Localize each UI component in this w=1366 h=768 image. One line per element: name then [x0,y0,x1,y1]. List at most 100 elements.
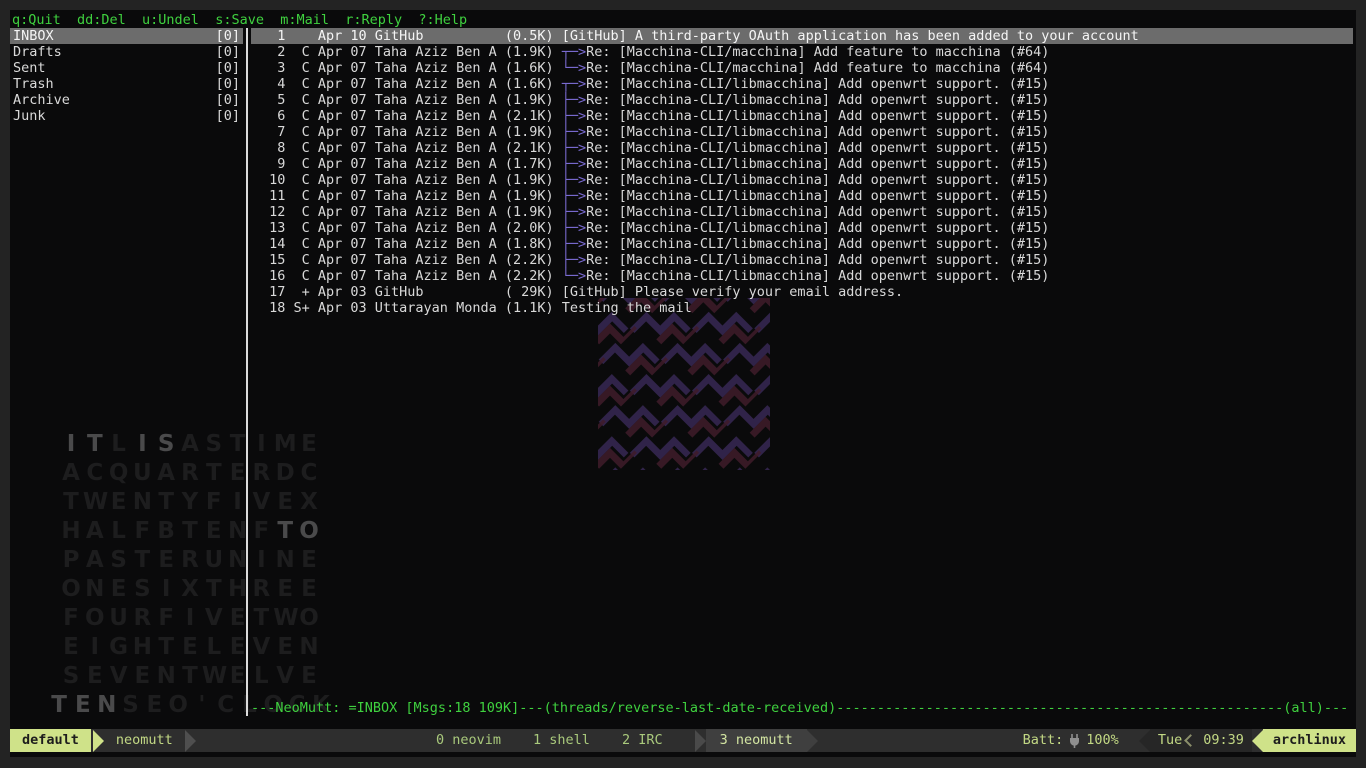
chevron-left-icon [1184,734,1197,747]
thread-tree-icon: ├─> [562,140,586,156]
mailbox-name: Drafts [13,44,62,60]
mail-list-row[interactable]: 10 C Apr 07 Taha Aziz Ben A (1.9K) ├─>Re… [251,172,1353,188]
thread-tree-icon: ├─> [562,252,586,268]
mail-list-row[interactable]: 4 C Apr 07 Taha Aziz Ben A (1.6K) ┬─>Re:… [251,76,1353,92]
mailbox-name: Archive [13,92,70,108]
clock-time: 09:39 [1203,729,1244,752]
mail-subject: Re: [Macchina-CLI/libmacchina] Add openw… [586,252,1049,268]
thread-tree-icon: └─> [562,60,586,76]
mail-subject: Re: [Macchina-CLI/libmacchina] Add openw… [586,268,1049,284]
mail-list-row[interactable]: 9 C Apr 07 Taha Aziz Ben A (1.7K) ├─>Re:… [251,156,1353,172]
mail-row-meta: 10 C Apr 07 Taha Aziz Ben A (1.9K) [261,172,562,188]
mail-subject: Re: [Macchina-CLI/macchina] Add feature … [586,44,1049,60]
mail-subject: Re: [Macchina-CLI/macchina] Add feature … [586,60,1049,76]
mailbox-name: Junk [13,108,46,124]
mail-subject: [GitHub] Please verify your email addres… [562,284,903,300]
mailbox-count: [0] [216,76,240,92]
tmux-window[interactable]: 0 neovim [436,729,501,752]
thread-tree-icon: ├─> [562,108,586,124]
thread-tree-icon: ├─> [562,188,586,204]
mail-row-meta: 2 C Apr 07 Taha Aziz Ben A (1.9K) [261,44,562,60]
thread-tree-icon: ┬─> [562,44,586,60]
tmux-window-active[interactable]: 3 neomutt [695,729,818,752]
battery-plug-icon [1069,734,1080,748]
word-clock-row: FOURFIVETWO [46,603,334,632]
word-clock-row: ITLISASTIME [46,429,334,458]
mailbox-count: [0] [216,44,240,60]
tmux-pane-title: neomutt [104,729,185,752]
tmux-window[interactable]: 2 IRC [622,729,663,752]
tmux-right-section: Batt: 100% Tue 09:39 archlinux [1023,729,1356,752]
powerline-arrow-icon [807,730,818,752]
wallpaper-maze-pattern [598,298,770,470]
terminal-window[interactable]: ITLISASTIMEACQUARTERDCTWENTYFIVEXHALFBTE… [10,10,1356,757]
word-clock-row: EIGHTELEVEN [46,632,334,661]
day-of-week: Tue [1158,729,1182,752]
mail-list-row[interactable]: 14 C Apr 07 Taha Aziz Ben A (1.8K) ├─>Re… [251,236,1353,252]
mail-list-row[interactable]: 13 C Apr 07 Taha Aziz Ben A (2.0K) ├─>Re… [251,220,1353,236]
mail-row-meta: 7 C Apr 07 Taha Aziz Ben A (1.9K) [261,124,562,140]
mail-subject: Re: [Macchina-CLI/libmacchina] Add openw… [586,156,1049,172]
mail-list-row[interactable]: 12 C Apr 07 Taha Aziz Ben A (1.9K) ├─>Re… [251,204,1353,220]
mail-subject: Re: [Macchina-CLI/libmacchina] Add openw… [586,220,1049,236]
mail-list-row[interactable]: 18 S+ Apr 03 Uttarayan Monda (1.1K) Test… [251,300,1353,316]
battery-percentage: 100% [1086,729,1119,752]
mail-row-meta: 17 + Apr 03 GitHub ( 29K) [261,284,562,300]
word-clock-row: HALFBTENFTO [46,516,334,545]
word-clock-row: ONESIXTHREE [46,574,334,603]
mail-subject: Re: [Macchina-CLI/libmacchina] Add openw… [586,124,1049,140]
mail-subject: Re: [Macchina-CLI/libmacchina] Add openw… [586,236,1049,252]
thread-tree-icon: └─> [562,268,586,284]
mail-row-meta: 4 C Apr 07 Taha Aziz Ben A (1.6K) [261,76,562,92]
tmux-window-list: 0 neovim 1 shell 2 IRC 3 neomutt [436,729,818,752]
desktop: ITLISASTIMEACQUARTERDCTWENTYFIVEXHALFBTE… [0,0,1366,768]
thread-tree-icon: ├─> [562,92,586,108]
mail-subject: Re: [Macchina-CLI/libmacchina] Add openw… [586,140,1049,156]
mail-row-meta: 12 C Apr 07 Taha Aziz Ben A (1.9K) [261,204,562,220]
mail-list-row[interactable]: 16 C Apr 07 Taha Aziz Ben A (2.2K) └─>Re… [251,268,1353,284]
mailbox-count: [0] [216,60,240,76]
sidebar-mailbox-sent[interactable]: Sent [0] [10,60,243,76]
mail-list-row[interactable]: 6 C Apr 07 Taha Aziz Ben A (2.1K) ├─>Re:… [251,108,1353,124]
mailbox-name: Sent [13,60,46,76]
tmux-session-name: default [10,729,91,752]
tmux-window[interactable]: 1 shell [533,729,590,752]
mail-list-row[interactable]: 15 C Apr 07 Taha Aziz Ben A (2.2K) ├─>Re… [251,252,1353,268]
mail-row-meta: 13 C Apr 07 Taha Aziz Ben A (2.0K) [261,220,562,236]
mail-list-row[interactable]: 1 Apr 10 GitHub (0.5K) [GitHub] A third-… [251,28,1353,44]
mail-subject: Re: [Macchina-CLI/libmacchina] Add openw… [586,108,1049,124]
sidebar-divider [246,28,248,716]
mail-list-row[interactable]: 17 + Apr 03 GitHub ( 29K) [GitHub] Pleas… [251,284,1353,300]
mailbox-name: Trash [13,76,54,92]
word-clock-row: TWENTYFIVEX [46,487,334,516]
neomutt-help-bar: q:Quit dd:Del u:Undel s:Save m:Mail r:Re… [12,12,467,28]
word-clock-row: PASTERUNINE [46,545,334,574]
powerline-arrow-icon [93,730,104,752]
sidebar-mailbox-junk[interactable]: Junk[0] [10,108,243,124]
sidebar-mailbox-drafts[interactable]: Drafts [0] [10,44,243,60]
mail-subject: Re: [Macchina-CLI/libmacchina] Add openw… [586,204,1049,220]
mail-row-meta: 6 C Apr 07 Taha Aziz Ben A (2.1K) [261,108,562,124]
sidebar-mailbox-trash[interactable]: Trash [0] [10,76,243,92]
mail-row-meta: 8 C Apr 07 Taha Aziz Ben A (2.1K) [261,140,562,156]
powerline-arrow-icon [185,730,196,752]
mail-list-row[interactable]: 2 C Apr 07 Taha Aziz Ben A (1.9K) ┬─>Re:… [251,44,1353,60]
mail-list-row[interactable]: 8 C Apr 07 Taha Aziz Ben A (2.1K) ├─>Re:… [251,140,1353,156]
wallpaper-word-clock: ITLISASTIMEACQUARTERDCTWENTYFIVEXHALFBTE… [46,429,334,719]
tmux-window-label: 3 neomutt [706,729,807,752]
thread-tree-icon: ├─> [562,204,586,220]
mail-list-row[interactable]: 5 C Apr 07 Taha Aziz Ben A (1.9K) ├─>Re:… [251,92,1353,108]
mail-list-row[interactable]: 7 C Apr 07 Taha Aziz Ben A (1.9K) ├─>Re:… [251,124,1353,140]
sidebar-mailbox-archive[interactable]: Archive[0] [10,92,243,108]
mail-subject: [GitHub] A third-party OAuth application… [562,28,1139,44]
mail-list-row[interactable]: 11 C Apr 07 Taha Aziz Ben A (1.9K) ├─>Re… [251,188,1353,204]
tmux-clock: Tue 09:39 [1150,729,1252,752]
mail-subject: Re: [Macchina-CLI/libmacchina] Add openw… [586,76,1049,92]
thread-tree-icon: ┬─> [562,76,586,92]
mail-list-row[interactable]: 3 C Apr 07 Taha Aziz Ben A (1.6K) └─>Re:… [251,60,1353,76]
mail-row-meta: 9 C Apr 07 Taha Aziz Ben A (1.7K) [261,156,562,172]
mail-subject: Re: [Macchina-CLI/libmacchina] Add openw… [586,188,1049,204]
mailbox-name: INBOX [13,28,54,44]
sidebar-mailbox-inbox[interactable]: INBOX[0] [10,28,243,44]
mail-row-meta: 18 S+ Apr 03 Uttarayan Monda (1.1K) [261,300,562,316]
